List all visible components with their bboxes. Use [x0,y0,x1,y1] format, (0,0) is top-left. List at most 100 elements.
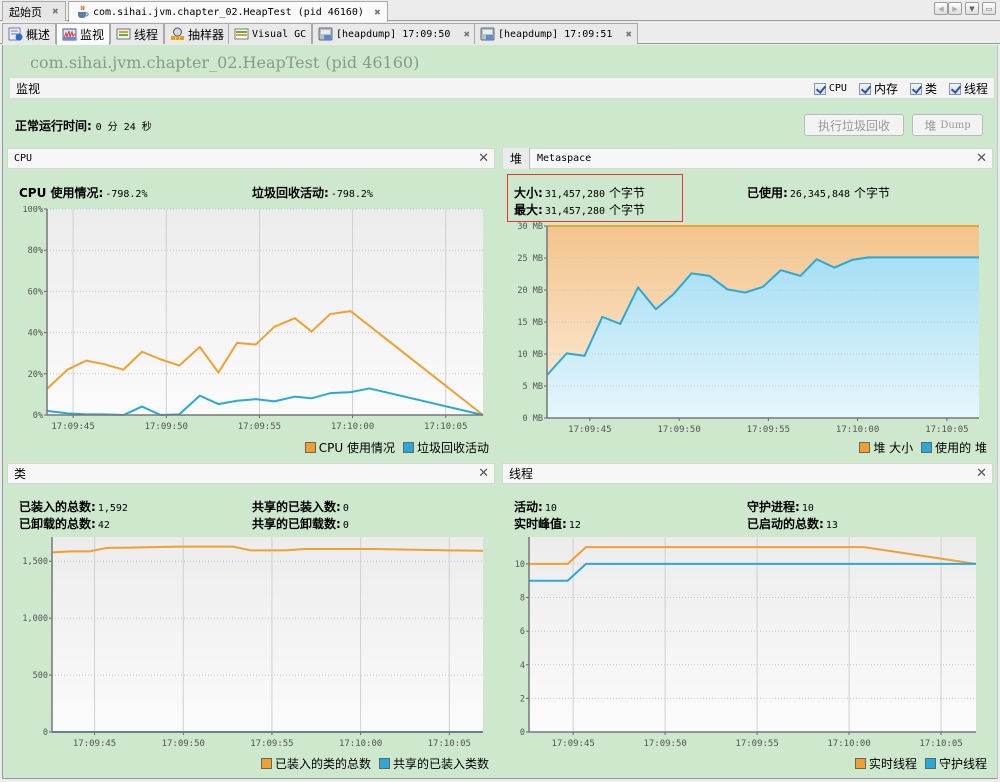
y-tick-label: 80% [28,246,43,256]
x-tick-label: 17:09:55 [250,739,293,749]
y-tick-label: 8 [520,594,525,604]
doc-tab-heaptest[interactable]: com.sihai.jvm.chapter_02.HeapTest (pid 4… [68,1,388,22]
stat-value: -798.2% [105,189,148,200]
y-tick-label: 25 MB [517,254,543,264]
checkbox-checked-icon[interactable] [948,82,961,95]
stat-value: 26,345,848 [789,189,851,200]
tab-sampler[interactable]: 抽样器 [164,23,231,44]
y-tick-label: 1,000 [22,614,48,624]
checkbox-checked-icon[interactable] [813,82,826,95]
y-tick-label: 0% [33,411,43,421]
x-tick-label: 17:09:45 [51,422,94,432]
panel-title: 线程 [509,467,534,481]
y-tick-label: 10 MB [517,350,543,360]
perform-gc-button[interactable]: 执行垃圾回收 [804,114,904,136]
x-tick-label: 17:09:55 [735,739,778,749]
x-tick-label: 17:09:50 [162,739,205,749]
uptime-value: 0 分 24 秒 [95,122,152,133]
y-tick-label: 5 MB [523,382,543,392]
legend-item-cpu: CPU 使用情况 [304,439,395,456]
threads-panel-header: 线程 ✕ [502,463,993,484]
tab-visual-gc[interactable]: Visual GC [228,23,313,44]
checkbox-threads[interactable]: 线程 [948,80,988,97]
close-icon[interactable]: ✖ [463,30,470,39]
classes-legend: 已装入的类的总数 共享的已装入类数 [260,755,489,772]
tab-heapdump-2[interactable]: [heapdump] 17:09:51 ✖ [474,23,639,44]
stat-value: 0 [342,520,349,531]
close-icon[interactable]: ✖ [374,8,381,17]
threads-chart: 17:09:45 17:09:50 17:09:55 17:10:00 17:10:05… [515,537,977,749]
classes-panel-header: 类 ✕ [7,463,495,484]
tab-heapdump-1[interactable]: [heapdump] 17:09:50 ✖ [312,23,477,44]
stat-value: 10 [801,503,814,514]
application-title: com.sihai.jvm.chapter_02.HeapTest (pid 4… [11,53,419,72]
checkbox-checked-icon[interactable] [858,82,871,95]
shared-loaded-stat: 共享的已装入数: 0 [252,498,349,515]
doc-tab-label: 起始页 [9,5,42,19]
heap-panel-header: 堆 Metaspace ✕ [502,148,993,169]
doc-tab-label: com.sihai.jvm.chapter_02.HeapTest (pid 4… [93,6,364,18]
tab-overview[interactable]: 概述 [2,23,57,44]
cpu-legend: CPU 使用情况 垃圾回收活动 [304,439,489,456]
checkbox-cpu[interactable]: CPU [813,82,847,95]
stat-label: 垃圾回收活动: [252,186,329,200]
legend-label: CPU 使用情况 [318,441,395,455]
close-icon[interactable]: ✕ [478,466,489,481]
y-tick-label: 0 [520,728,525,738]
tab-label: [heapdump] 17:09:50 [336,28,451,40]
monitor-section-bar: 监视 CPU 内存 类 线程 [9,77,995,99]
panel-toggle-group: CPU 内存 类 线程 [813,80,988,97]
maximize-icon[interactable]: ▭ [982,2,996,15]
heap-max-stat: 最大: 31,457,280 个字节 [514,201,645,218]
close-icon[interactable]: ✕ [976,466,987,481]
dropdown-icon[interactable]: ▼ [965,2,979,15]
y-tick-label: 1,500 [22,557,48,567]
shared-unloaded-stat: 共享的已卸载数: 0 [252,515,349,532]
stat-label: CPU 使用情况: [19,186,104,200]
stat-label: 共享的已装入数: [252,500,341,514]
panel-title: CPU [14,153,33,164]
threads-legend: 实时线程 守护线程 [854,755,987,772]
close-icon[interactable]: ✕ [478,151,489,166]
x-tick-label: 17:10:00 [331,422,374,432]
live-threads-stat: 活动: 10 [514,498,557,515]
scroll-right-icon[interactable]: ▶ [948,2,962,15]
close-icon[interactable]: ✖ [52,7,59,16]
checkbox-checked-icon[interactable] [909,82,922,95]
checkbox-memory[interactable]: 内存 [858,80,898,97]
heap-chart: 17:09:45 17:09:50 17:09:55 17:10:00 17:10:05… [517,222,980,434]
tab-metaspace[interactable]: Metaspace [537,153,591,164]
cpu-chart: 17:09:45 17:09:50 17:09:55 17:10:00 17:10:05… [23,206,484,432]
legend-swatch [921,442,933,453]
tab-heap[interactable]: 堆 [503,148,531,169]
heap-dump-button[interactable]: 堆 Dump [912,114,983,136]
monitor-view: com.sihai.jvm.chapter_02.HeapTest (pid 4… [2,45,998,779]
stat-value: 42 [97,520,110,531]
legend-label: 垃圾回收活动 [416,441,489,455]
tab-threads[interactable]: 线程 [110,23,165,44]
button-label-suffix: Dump [940,119,971,131]
legend-label: 共享的已装入类数 [392,757,489,771]
y-tick-label: 0 [43,728,48,738]
heap-used-stat: 已使用: 26,345,848 个字节 [747,184,890,201]
tab-monitor[interactable]: 监视 [56,23,111,45]
checkbox-label: CPU [828,83,847,94]
y-tick-label: 60% [28,287,43,297]
stat-label: 已卸载的总数: [19,517,96,531]
stat-unit: 个字节 [609,203,646,217]
scroll-left-icon[interactable]: ◀ [934,2,948,15]
stat-value: 10 [544,503,557,514]
app-pid: (pid 46160) [325,53,420,72]
close-icon[interactable]: ✕ [976,151,987,166]
legend-swatch [402,442,414,453]
tab-label: 抽样器 [188,27,225,42]
overview-icon [8,27,23,41]
stat-label: 共享的已卸载数: [252,517,341,531]
checkbox-classes[interactable]: 类 [909,80,937,97]
legend-swatch [260,758,272,769]
doc-tab-start-page[interactable]: 起始页 ✖ [2,1,66,21]
legend-item-shared: 共享的已装入类数 [378,755,489,772]
document-tab-bar: 起始页 ✖ com.sihai.jvm.chapter_02.HeapTest … [0,0,1000,22]
legend-item-loaded: 已装入的类的总数 [260,755,371,772]
close-icon[interactable]: ✖ [625,30,632,39]
